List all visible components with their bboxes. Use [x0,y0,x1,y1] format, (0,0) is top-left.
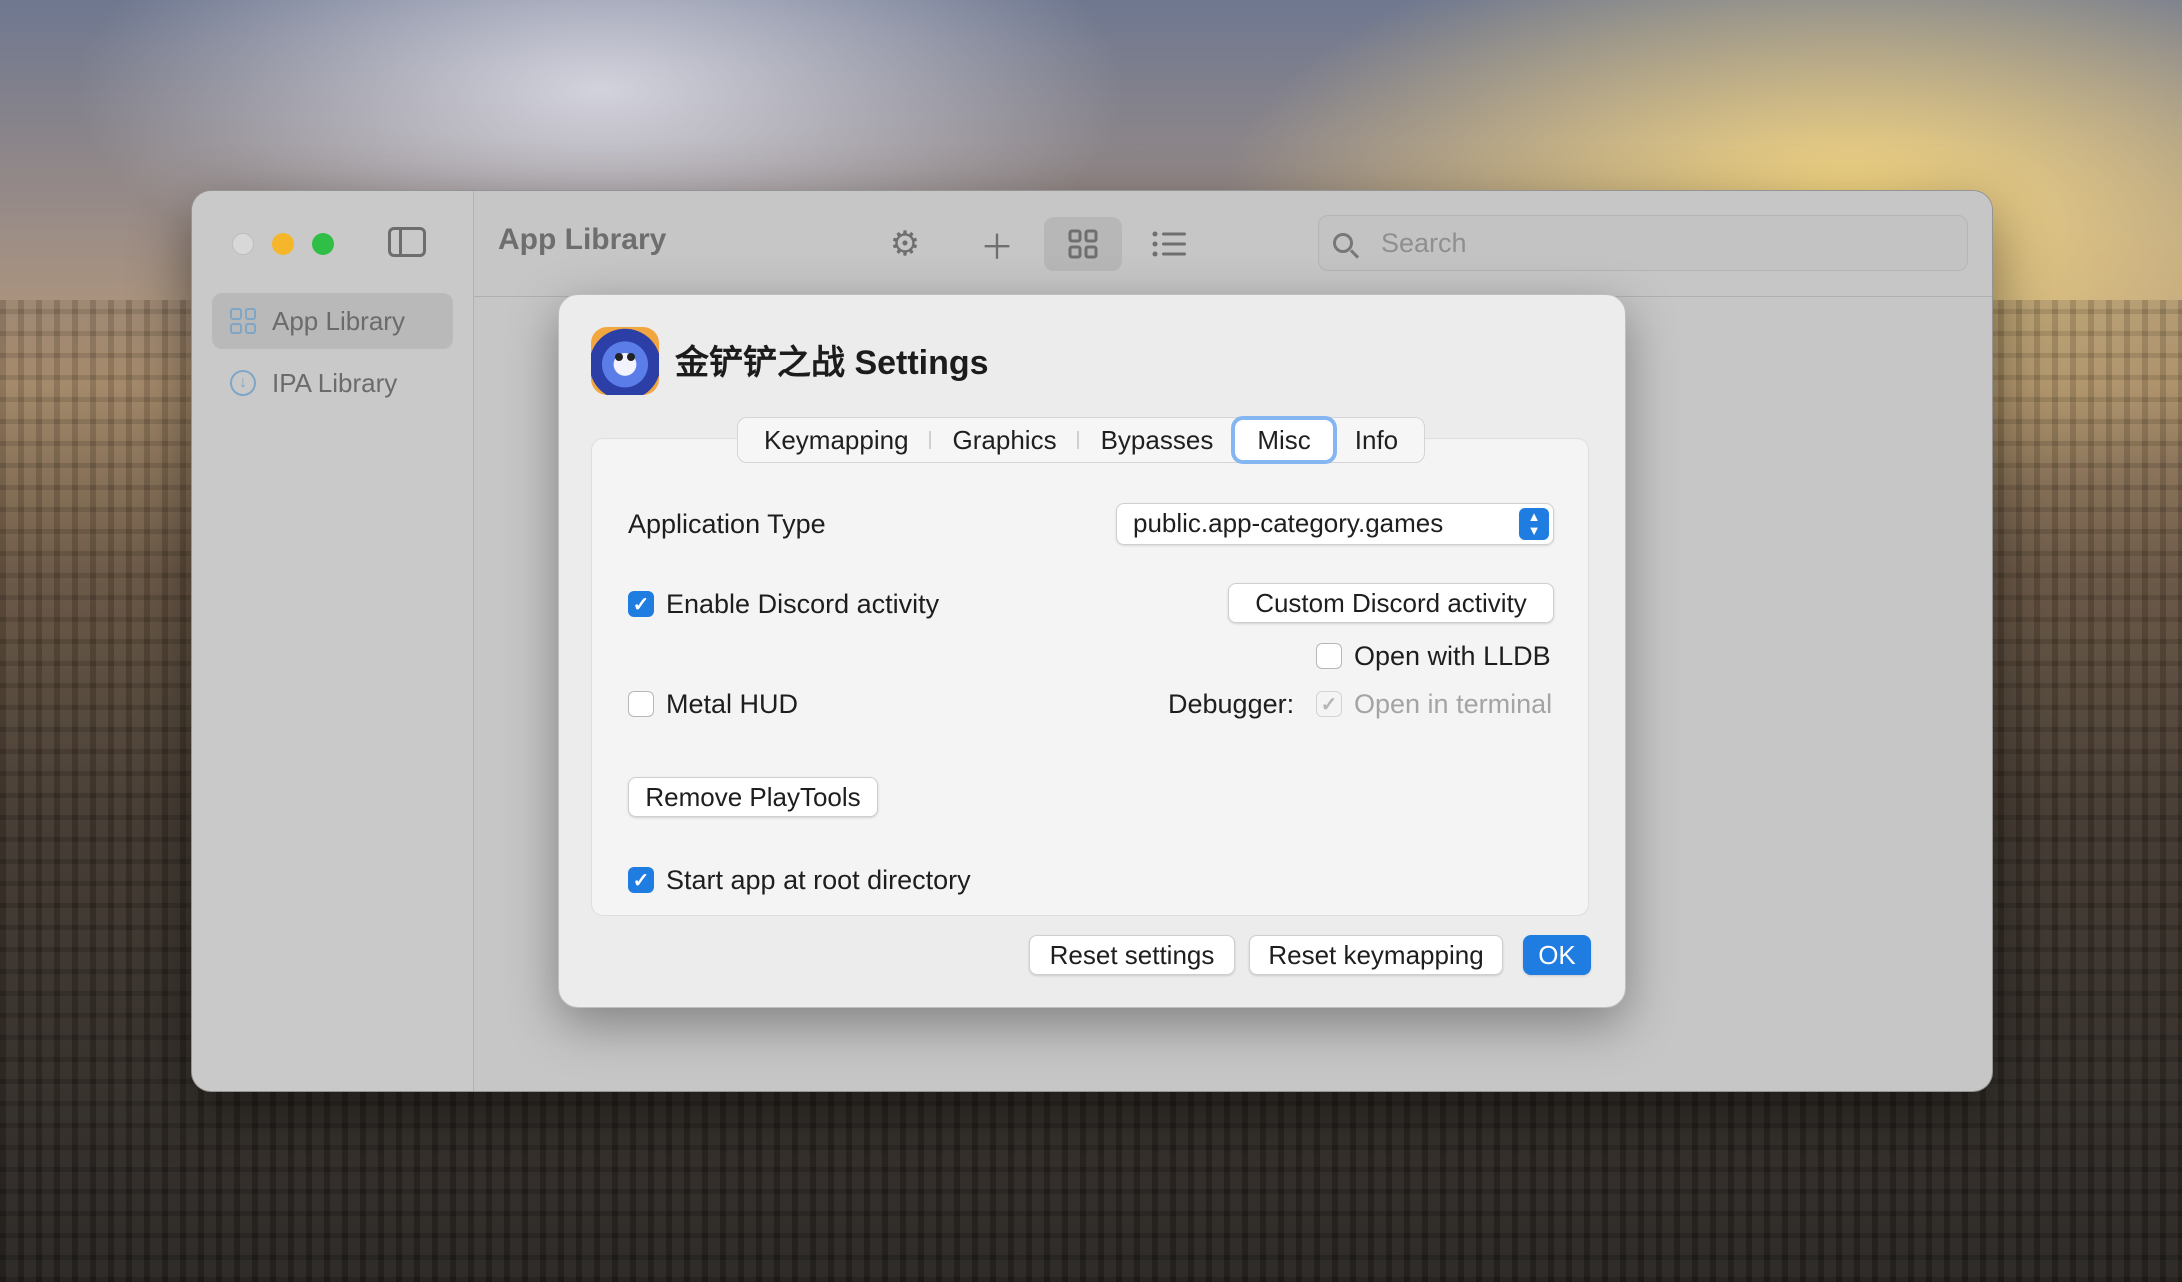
sidebar-item-app-library[interactable]: App Library [212,293,453,349]
settings-dialog: 金铲铲之战 Settings Application Type public.a… [558,294,1626,1008]
search-placeholder: Search [1381,227,1467,258]
open-terminal-checkbox: ✓ [1316,691,1342,717]
minimize-window-button[interactable] [272,233,294,255]
enable-discord-checkbox[interactable]: ✓ [628,591,654,617]
reset-keymapping-button[interactable]: Reset keymapping [1249,935,1503,975]
settings-gear-icon[interactable]: ⚙ [866,217,944,271]
search-icon [1333,233,1353,253]
grid-view-icon[interactable] [1044,217,1122,271]
start-root-checkbox[interactable]: ✓ [628,867,654,893]
tab-bypasses[interactable]: Bypasses [1079,420,1236,460]
metal-hud-label: Metal HUD [666,689,799,719]
application-type-label: Application Type [628,509,826,539]
metal-hud-checkbox[interactable] [628,691,654,717]
remove-playtools-button[interactable]: Remove PlayTools [628,777,878,817]
dialog-title: 金铲铲之战 Settings [675,344,989,382]
toolbar: App Library ⚙ ＋ Search [474,191,1992,297]
search-field[interactable]: Search [1318,215,1968,271]
reset-settings-button[interactable]: Reset settings [1029,935,1235,975]
sidebar-item-label: App Library [272,305,405,336]
tab-keymapping[interactable]: Keymapping [742,420,931,460]
list-view-icon[interactable] [1130,217,1208,271]
sidebar: App Library ↓ IPA Library [192,191,474,1091]
ok-button[interactable]: OK [1523,935,1591,975]
enable-discord-label: Enable Discord activity [666,589,940,619]
application-type-select[interactable]: public.app-category.games ▲ ▼ [1116,503,1554,545]
open-lldb-checkbox[interactable] [1316,643,1342,669]
application-type-value: public.app-category.games [1133,508,1444,538]
settings-tabs: Keymapping Graphics Bypasses Misc Info [737,417,1426,463]
zoom-window-button[interactable] [312,233,334,255]
custom-discord-button[interactable]: Custom Discord activity [1228,583,1554,623]
app-icon [591,327,659,395]
tab-info[interactable]: Info [1333,420,1420,460]
sidebar-toggle-icon[interactable] [388,227,426,257]
add-icon[interactable]: ＋ [958,217,1036,271]
grid-icon [230,308,256,334]
chevron-up-down-icon: ▲ ▼ [1519,508,1549,540]
sidebar-item-label: IPA Library [272,367,398,398]
misc-settings-panel: Application Type public.app-category.gam… [591,438,1589,916]
close-window-button[interactable] [232,233,254,255]
download-icon: ↓ [230,370,256,396]
tab-misc[interactable]: Misc [1235,420,1333,460]
start-root-label: Start app at root directory [666,865,971,895]
open-terminal-label: Open in terminal [1354,689,1553,719]
window-title: App Library [498,223,667,256]
tab-graphics[interactable]: Graphics [931,420,1079,460]
sidebar-item-ipa-library[interactable]: ↓ IPA Library [212,355,453,411]
open-lldb-label: Open with LLDB [1354,641,1551,671]
debugger-label: Debugger: [1168,689,1295,719]
